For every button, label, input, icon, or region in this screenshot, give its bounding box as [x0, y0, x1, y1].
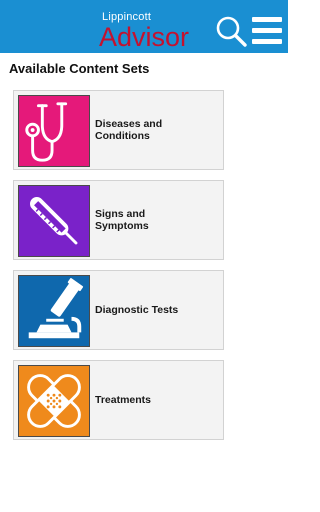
label-line-1: Diseases and [95, 118, 163, 130]
label-line-2: Symptoms [95, 220, 149, 232]
thermometer-icon [18, 185, 90, 257]
menu-icon [252, 17, 282, 44]
label-line-2: Conditions [95, 130, 150, 142]
content-set-diagnostic-tests[interactable]: Diagnostic Tests [13, 270, 224, 350]
content-set-label: Treatments [95, 361, 220, 439]
app-header: Lippincott Advisor [0, 0, 288, 53]
logo-large-text: Advisor [99, 22, 190, 52]
menu-button[interactable] [251, 17, 283, 45]
content-set-signs-and-symptoms[interactable]: Signs and Symptoms [13, 180, 224, 260]
page-title: Available Content Sets [9, 61, 150, 76]
microscope-icon [18, 275, 90, 347]
logo: Lippincott Advisor [99, 11, 199, 52]
bandage-icon [18, 365, 90, 437]
search-button[interactable] [215, 15, 247, 47]
label-line-1: Diagnostic Tests [95, 304, 179, 316]
app-screen: Lippincott Advisor Available Content Set… [0, 0, 288, 512]
label-line-1: Signs and [95, 208, 146, 220]
content-set-diseases-and-conditions[interactable]: Diseases and Conditions [13, 90, 224, 170]
content-set-label: Diagnostic Tests [95, 271, 220, 349]
label-line-1: Treatments [95, 394, 152, 406]
search-icon [216, 16, 247, 47]
stethoscope-icon [18, 95, 90, 167]
content-set-treatments[interactable]: Treatments [13, 360, 224, 440]
content-set-label: Signs and Symptoms [95, 181, 220, 259]
content-set-label: Diseases and Conditions [95, 91, 220, 169]
